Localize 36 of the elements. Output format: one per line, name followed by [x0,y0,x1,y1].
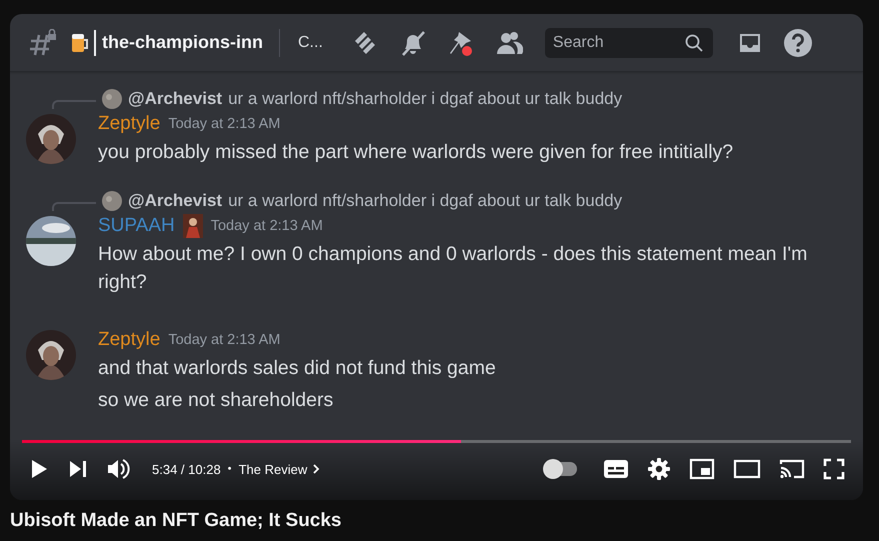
reply-author[interactable]: @Archevist [128,89,222,109]
avatar [26,216,76,266]
timestamp: Today at 2:13 AM [168,332,280,348]
message-text: and that warlords sales did not fund this game [98,356,497,381]
mug-icon [70,32,90,54]
reply-author[interactable]: @Archevist [128,191,222,211]
avatar [26,114,76,164]
message-text: How about me? I own 0 champions and 0 warlords - does this statement mean I'm right? [98,242,808,295]
avatar [26,330,76,380]
video-title: Ubisoft Made an NFT Game; It Sucks [10,510,342,532]
reply-text[interactable]: ur a warlord nft/sharholder i dgaf about ur talk buddy [228,89,622,109]
search-field[interactable]: Search [544,28,713,58]
avatar [102,89,122,109]
author-name[interactable]: Zeptyle [98,329,160,351]
timestamp: Today at 2:13 AM [210,218,323,234]
message-text: so we are not shareholders [98,388,334,413]
avatar [102,191,122,211]
message-text: you probably missed the part where warlords were given for free intitially? [98,140,734,165]
search-icon [684,34,703,52]
captions-icon [603,458,629,480]
author-name[interactable]: Zeptyle [98,113,160,135]
separator-dot: • [226,464,233,474]
members-icon[interactable] [494,30,523,56]
timestamp: Today at 2:13 AM [168,116,280,132]
skip-next-icon [68,459,88,479]
chapter-link[interactable]: The Review [238,462,322,476]
chevron-icon [311,463,322,475]
reply-connector [52,100,96,108]
reply-text[interactable]: ur a warlord nft/sharholder i dgaf about ur talk buddy [228,191,622,211]
time-display: 5:34 / 10:28 [152,462,221,476]
channel-topic[interactable]: C... [298,34,323,52]
reply-connector [52,202,96,210]
help-icon[interactable] [782,28,813,58]
channel-name: the-champions-inn [102,32,263,53]
locked-channel-icon [28,28,58,56]
autoplay-toggle[interactable] [545,462,577,476]
